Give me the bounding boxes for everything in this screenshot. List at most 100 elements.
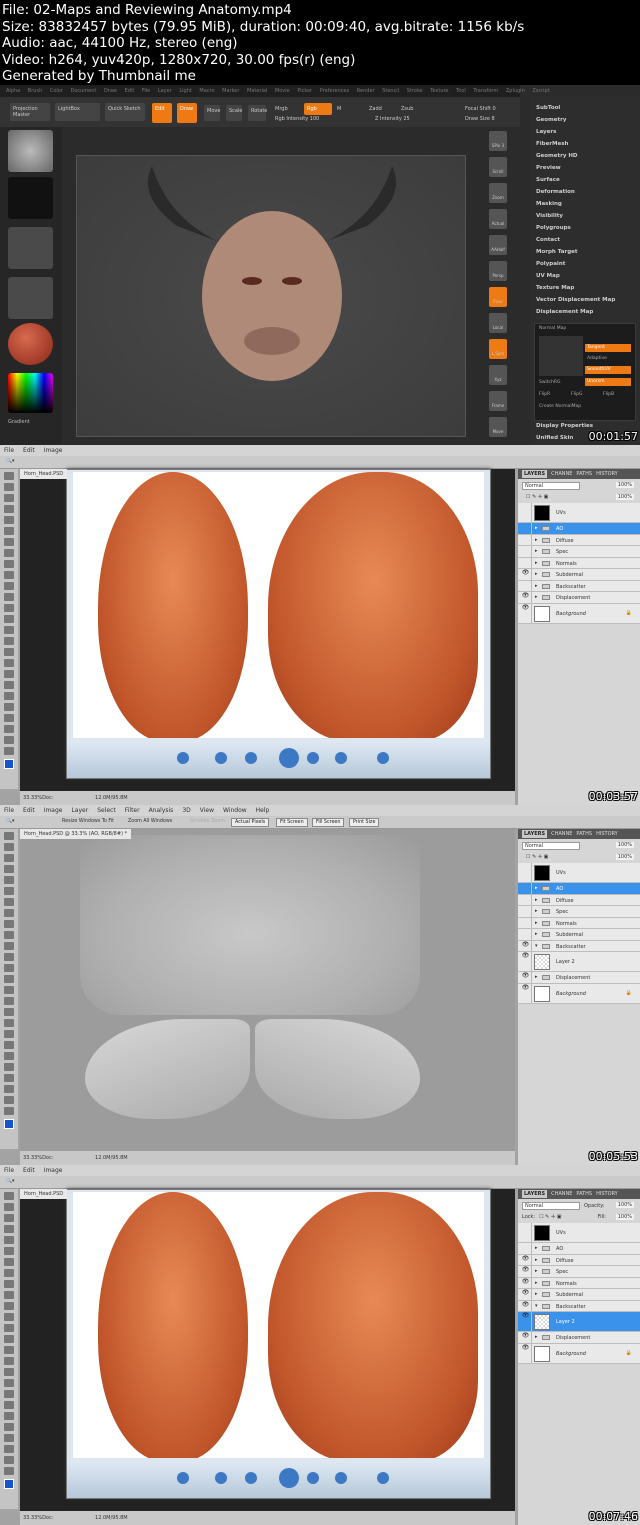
- tool-button[interactable]: [4, 920, 14, 928]
- view-tool-button[interactable]: SPix 3: [489, 131, 507, 151]
- tool-button[interactable]: [4, 1313, 14, 1321]
- menu-file[interactable]: File: [4, 447, 14, 454]
- collapsed-arrow-icon[interactable]: ▸: [535, 525, 538, 531]
- delete-icon[interactable]: [377, 752, 389, 764]
- eye-icon[interactable]: 👁: [520, 592, 532, 603]
- tool-button[interactable]: [4, 1390, 14, 1398]
- collapsed-arrow-icon[interactable]: ▸: [535, 908, 538, 914]
- document-tab[interactable]: Horn_Head.PSD: [20, 1189, 68, 1199]
- z-intensity-slider[interactable]: Z Intensity 25: [372, 113, 413, 125]
- tool-button[interactable]: [4, 1225, 14, 1233]
- fit-button[interactable]: Fit Screen: [276, 818, 308, 827]
- flipb-toggle[interactable]: FlipB: [603, 392, 614, 397]
- resize-windows-checkbox[interactable]: Resize Windows To Fit: [62, 819, 114, 824]
- quick-sketch-button[interactable]: Quick Sketch: [105, 103, 145, 121]
- texture-thumbnail[interactable]: [8, 277, 53, 319]
- layer-row[interactable]: 👁 ▸ Diffuse: [518, 1254, 640, 1266]
- tool-button[interactable]: [4, 626, 14, 634]
- visibility-toggle[interactable]: [520, 929, 532, 940]
- tool-menu-item[interactable]: Contact: [530, 237, 640, 249]
- tool-button[interactable]: [4, 1214, 14, 1222]
- tool-button[interactable]: [4, 1302, 14, 1310]
- collapsed-arrow-icon[interactable]: ▸: [535, 1245, 538, 1251]
- document-canvas[interactable]: [20, 469, 515, 791]
- tool-button[interactable]: [4, 1291, 14, 1299]
- tool-button[interactable]: [4, 681, 14, 689]
- visibility-toggle[interactable]: [520, 906, 532, 917]
- visibility-toggle[interactable]: [520, 863, 532, 882]
- tool-button[interactable]: [4, 494, 14, 502]
- eye-icon[interactable]: 👁: [520, 1266, 532, 1277]
- tool-menu-item[interactable]: Vector Displacement Map: [530, 297, 640, 309]
- blend-mode-select[interactable]: Normal: [522, 482, 580, 490]
- draw-size-slider[interactable]: Draw Size 8: [462, 113, 498, 125]
- collapsed-arrow-icon[interactable]: ▸: [535, 1334, 538, 1340]
- tool-button[interactable]: [4, 1324, 14, 1332]
- visibility-toggle[interactable]: [520, 503, 532, 522]
- visibility-toggle[interactable]: [520, 580, 532, 591]
- tool-button[interactable]: [4, 736, 14, 744]
- next-icon[interactable]: [307, 1472, 319, 1484]
- next-icon[interactable]: [307, 752, 319, 764]
- menu-filter[interactable]: Filter: [125, 807, 140, 814]
- document-tab[interactable]: Horn_Head.PSD: [20, 469, 68, 479]
- tool-menu-item[interactable]: Displacement Map: [530, 309, 640, 321]
- tool-menu-item[interactable]: FiberMesh: [530, 141, 640, 153]
- draw-button[interactable]: Draw: [177, 103, 197, 123]
- view-tool-button[interactable]: Floor: [489, 287, 507, 307]
- tab-paths[interactable]: PATHS: [576, 471, 592, 477]
- visibility-toggle[interactable]: [520, 883, 532, 894]
- menu-image[interactable]: Image: [44, 447, 63, 454]
- layer-row[interactable]: 👁 Background 🔒: [518, 603, 640, 624]
- create-normalmap-button[interactable]: Create NormalMap: [539, 404, 581, 409]
- fill-field[interactable]: 100%: [615, 1214, 634, 1220]
- layer-row[interactable]: ▸ Diffuse: [518, 534, 640, 546]
- tool-menu-item[interactable]: UV Map: [530, 273, 640, 285]
- switchrg-toggle[interactable]: SwitchRG: [539, 380, 561, 385]
- layer-row[interactable]: ▸ Normals: [518, 557, 640, 569]
- lock-icons[interactable]: ☐ ✎ ✛ ▣: [526, 494, 548, 500]
- tool-button[interactable]: [4, 975, 14, 983]
- visibility-toggle[interactable]: [520, 894, 532, 905]
- eye-icon[interactable]: 👁: [520, 983, 532, 1003]
- menu-analysis[interactable]: Analysis: [149, 807, 174, 814]
- tool-button[interactable]: [4, 931, 14, 939]
- opacity-field[interactable]: 100%: [615, 842, 634, 848]
- m-button[interactable]: M: [334, 103, 344, 115]
- tool-button[interactable]: [4, 659, 14, 667]
- eye-icon[interactable]: 👁: [520, 1300, 532, 1311]
- menu-edit[interactable]: Edit: [23, 807, 35, 814]
- smoothuv-toggle[interactable]: SmoothUV: [585, 366, 631, 374]
- tool-button[interactable]: [4, 560, 14, 568]
- tool-button[interactable]: [4, 887, 14, 895]
- tool-button[interactable]: [4, 1041, 14, 1049]
- tool-button[interactable]: [4, 843, 14, 851]
- fill-button[interactable]: Fill Screen: [312, 818, 345, 827]
- menu-file[interactable]: File: [4, 1167, 14, 1174]
- tool-button[interactable]: [4, 1379, 14, 1387]
- tool-button[interactable]: [4, 1192, 14, 1200]
- layer-row[interactable]: 👁 ▸ Spec: [518, 1266, 640, 1278]
- tool-button[interactable]: [4, 714, 14, 722]
- tool-button[interactable]: [4, 747, 14, 755]
- print-button[interactable]: Print Size: [349, 818, 380, 827]
- tool-button[interactable]: [4, 637, 14, 645]
- menu-view[interactable]: View: [200, 807, 214, 814]
- layer-row[interactable]: 👁 ▾ Backscatter: [518, 940, 640, 952]
- scale-button[interactable]: Scale: [226, 105, 242, 121]
- view-tool-button[interactable]: Move: [489, 417, 507, 437]
- collapsed-arrow-icon[interactable]: ▸: [535, 897, 538, 903]
- eye-icon[interactable]: 👁: [520, 1277, 532, 1288]
- view-tool-button[interactable]: Frame: [489, 391, 507, 411]
- layer-row[interactable]: 👁 ▸ Subdermal: [518, 569, 640, 581]
- tool-button[interactable]: [4, 1258, 14, 1266]
- tool-button[interactable]: [4, 1236, 14, 1244]
- rotate-left-icon[interactable]: [335, 1472, 347, 1484]
- move-button[interactable]: Move: [204, 105, 220, 121]
- tool-menu-item[interactable]: SubTool: [530, 105, 640, 117]
- layer-row[interactable]: UVs: [518, 863, 640, 883]
- zoom-icon[interactable]: [177, 1472, 189, 1484]
- zoom-icon[interactable]: [177, 752, 189, 764]
- collapsed-arrow-icon[interactable]: ▸: [535, 571, 538, 577]
- visibility-toggle[interactable]: [520, 557, 532, 568]
